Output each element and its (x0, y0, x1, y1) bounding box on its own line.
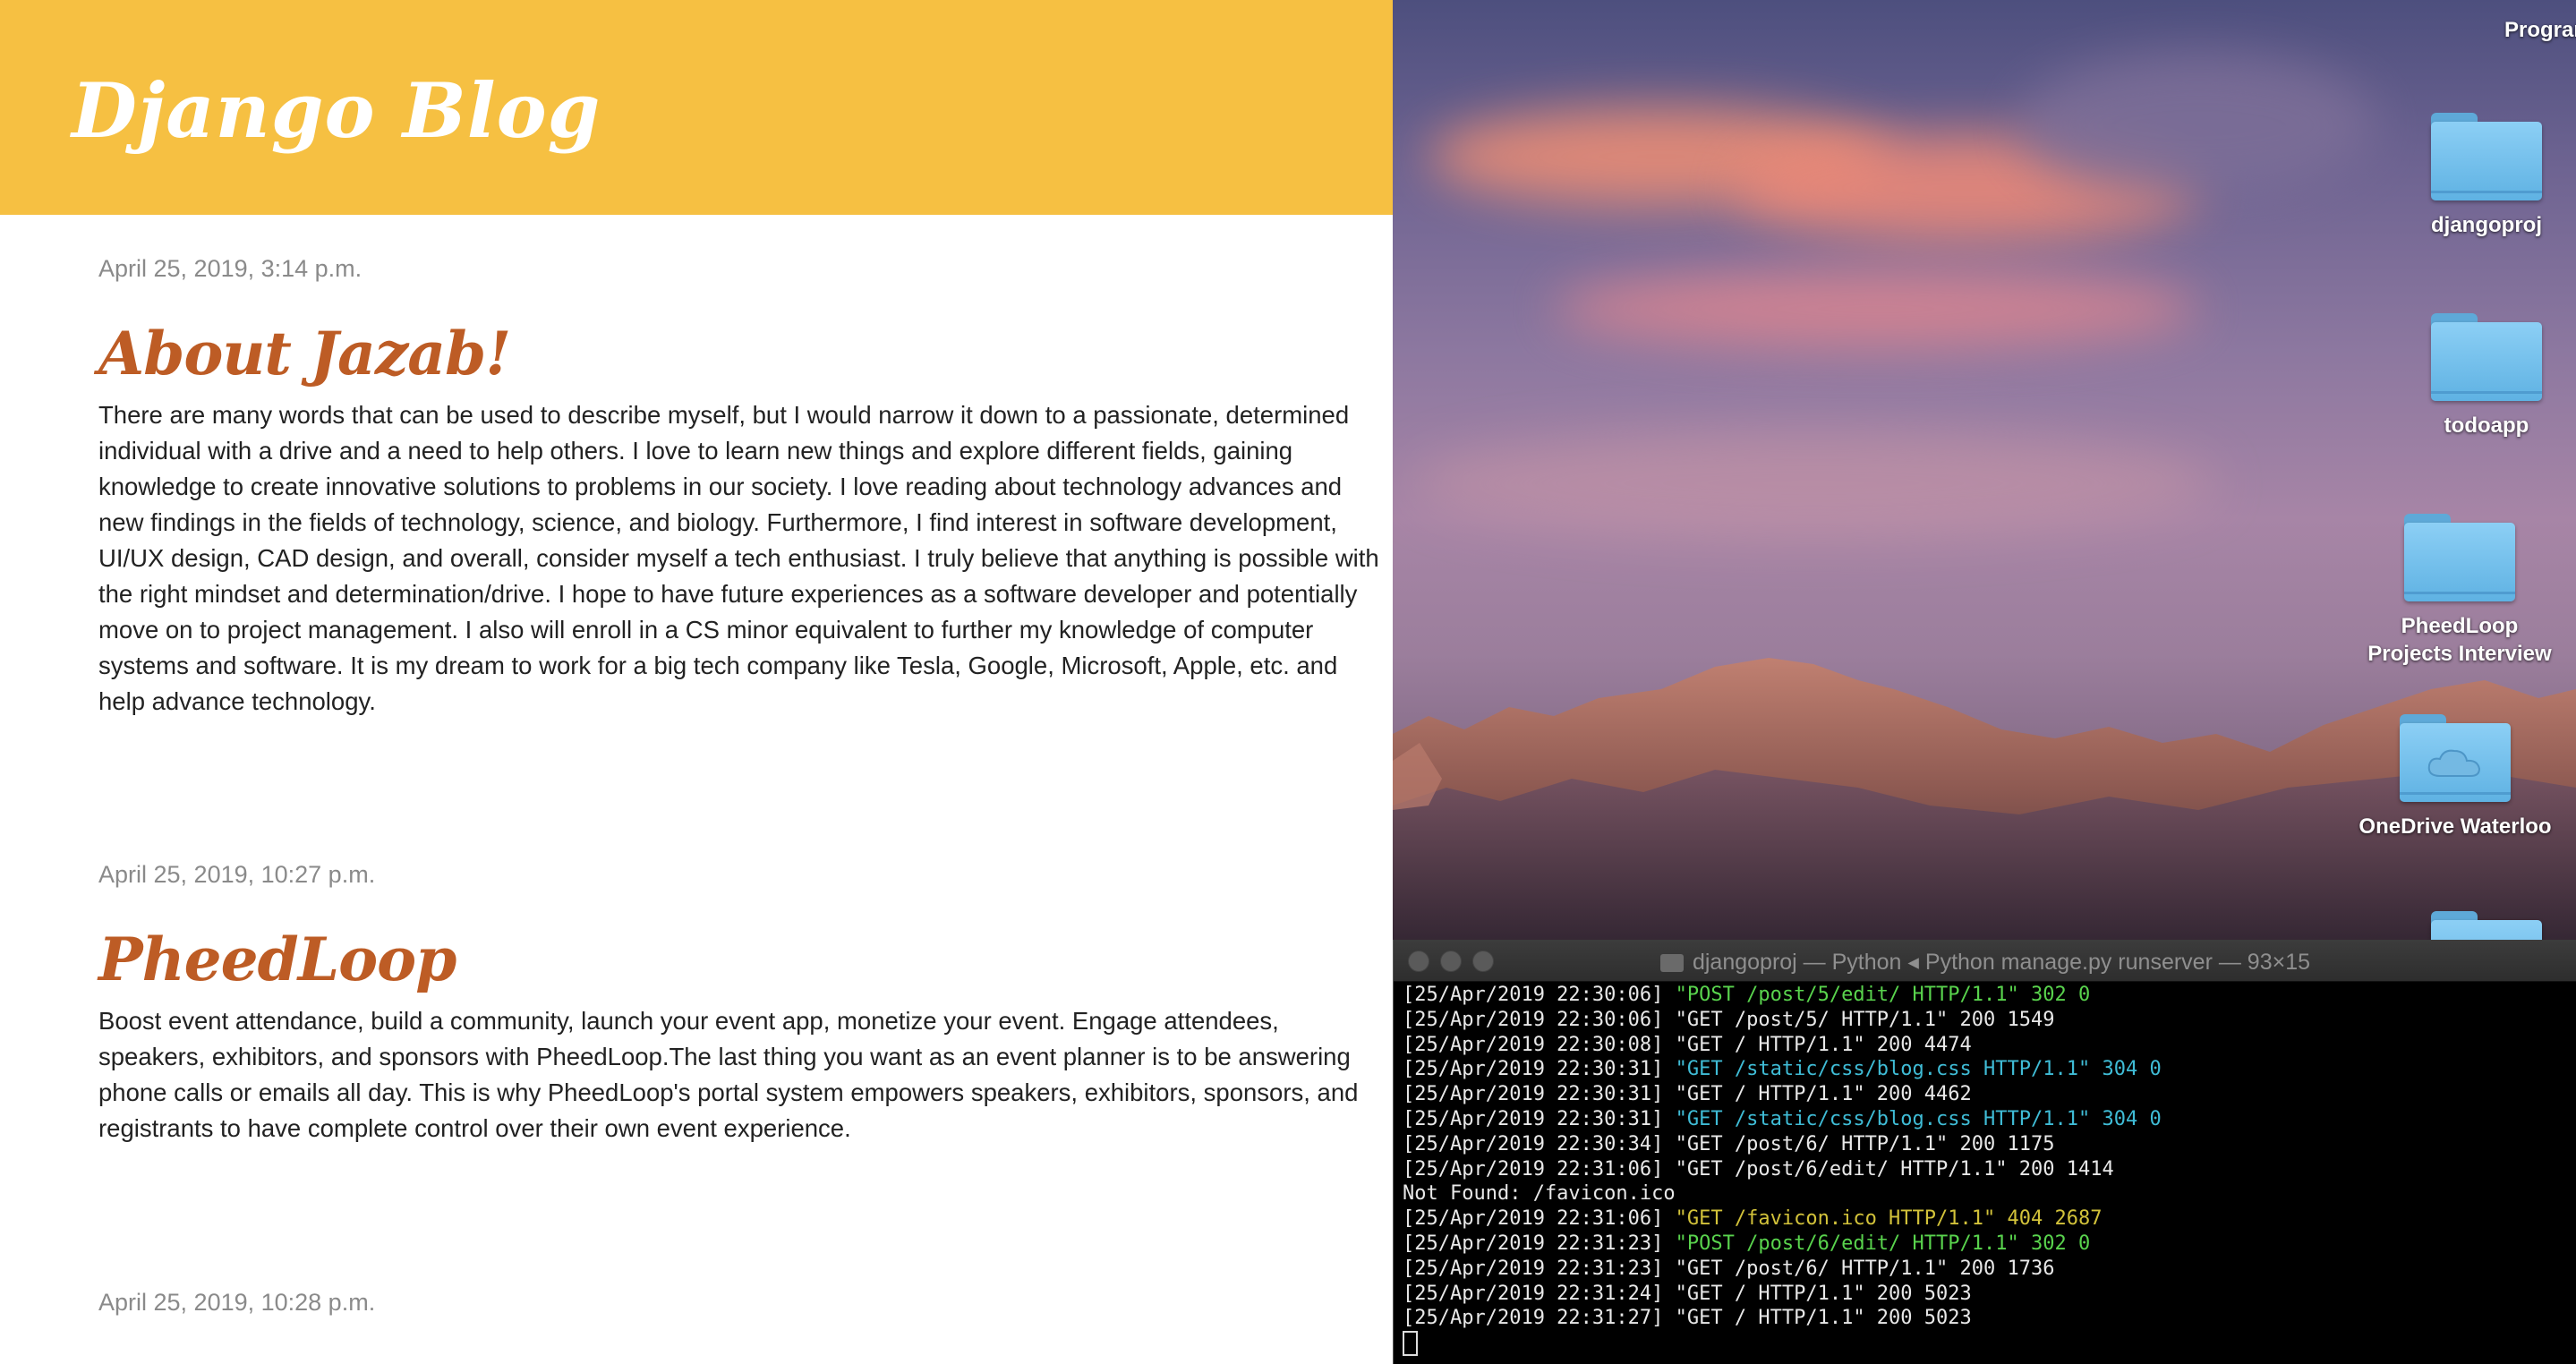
log-request: "GET /static/css/blog.css HTTP/1.1" 304 … (1675, 1058, 2162, 1081)
terminal-line: [25/Apr/2019 22:30:31] "GET /static/css/… (1403, 1107, 2568, 1132)
log-timestamp: [25/Apr/2019 22:30:06] (1403, 1008, 1676, 1031)
terminal-line: [25/Apr/2019 22:31:06] "GET /favicon.ico… (1403, 1206, 2568, 1232)
log-timestamp: [25/Apr/2019 22:30:31] (1403, 1107, 1676, 1130)
post: April 25, 2019, 3:14 p.m. About Jazab! T… (98, 255, 1387, 720)
log-request: "POST /post/6/edit/ HTTP/1.1" 302 0 (1675, 1232, 2091, 1255)
desktop-icon-todoapp[interactable]: todoapp (2397, 313, 2576, 439)
terminal-line: Not Found: /favicon.ico (1403, 1181, 2568, 1206)
desktop-icon-pheedloop-projects-interview[interactable]: PheedLoop Projects Interview (2343, 514, 2576, 668)
log-timestamp: [25/Apr/2019 22:31:23] (1403, 1257, 1676, 1280)
log-request: "GET /post/6/ HTTP/1.1" 200 1736 (1675, 1257, 2055, 1280)
folder-icon (2404, 514, 2515, 601)
post: April 25, 2019, 10:27 p.m. PheedLoop Boo… (98, 861, 1387, 1147)
post-text: There are many words that can be used to… (98, 401, 1379, 715)
log-timestamp: [25/Apr/2019 22:31:06] (1403, 1157, 1676, 1181)
terminal-line: [25/Apr/2019 22:30:31] "GET /static/css/… (1403, 1057, 2568, 1082)
terminal-line: [25/Apr/2019 22:30:31] "GET / HTTP/1.1" … (1403, 1082, 2568, 1107)
terminal-output[interactable]: [25/Apr/2019 22:30:06] "POST /post/5/edi… (1403, 983, 2568, 1360)
log-timestamp: [25/Apr/2019 22:30:34] (1403, 1132, 1676, 1155)
log-request: "GET /static/css/blog.css HTTP/1.1" 304 … (1675, 1107, 2162, 1130)
post-title-link[interactable]: About Jazab! (98, 319, 1387, 388)
text-cursor (1403, 1331, 1418, 1357)
terminal-line: [25/Apr/2019 22:30:06] "POST /post/5/edi… (1403, 983, 2568, 1008)
post: April 25, 2019, 10:28 p.m. (98, 1289, 1387, 1317)
terminal-line: [25/Apr/2019 22:30:08] "GET / HTTP/1.1" … (1403, 1033, 2568, 1058)
log-timestamp: [25/Apr/2019 22:30:31] (1403, 1058, 1676, 1081)
log-request: "GET /favicon.ico HTTP/1.1" 404 2687 (1675, 1207, 2103, 1231)
terminal-prompt[interactable] (1403, 1331, 2568, 1360)
post-title-link[interactable]: PheedLoop (98, 925, 1387, 994)
post-text: Boost event attendance, build a communit… (98, 1007, 1359, 1142)
terminal-title: djangoproj — Python ◂ Python manage.py r… (1394, 949, 2576, 976)
blog-page: Django Blog April 25, 2019, 3:14 p.m. Ab… (0, 0, 1393, 1364)
log-request: "GET /post/6/ HTTP/1.1" 200 1175 (1675, 1132, 2055, 1155)
log-request: "GET / HTTP/1.1" 200 5023 (1675, 1307, 1972, 1330)
desktop-icon-onedrive-waterloo[interactable]: OneDrive Waterloo (2334, 714, 2576, 840)
log-timestamp: [25/Apr/2019 22:31:06] (1403, 1207, 1676, 1231)
post-date: April 25, 2019, 3:14 p.m. (98, 255, 363, 282)
desktop-icon-djangoproj[interactable]: djangoproj (2397, 113, 2576, 239)
log-request: "GET /post/5/ HTTP/1.1" 200 1549 (1675, 1008, 2055, 1031)
terminal-line: [25/Apr/2019 22:31:06] "GET /post/6/edit… (1403, 1157, 2568, 1182)
folder-icon (1659, 954, 1684, 972)
terminal-line: [25/Apr/2019 22:31:23] "GET /post/6/ HTT… (1403, 1257, 2568, 1282)
log-request: "GET / HTTP/1.1" 200 5023 (1675, 1282, 1972, 1305)
blog-header: Django Blog (0, 0, 1393, 215)
log-request: "GET /post/6/edit/ HTTP/1.1" 200 1414 (1675, 1157, 2114, 1181)
log-timestamp: [25/Apr/2019 22:30:06] (1403, 984, 1676, 1006)
log-timestamp: [25/Apr/2019 22:31:27] (1403, 1307, 1676, 1330)
post-date: April 25, 2019, 10:27 p.m. (98, 861, 376, 888)
log-timestamp: [25/Apr/2019 22:30:31] (1403, 1083, 1676, 1106)
log-timestamp: [25/Apr/2019 22:31:23] (1403, 1232, 1676, 1255)
folder-icon (2431, 313, 2542, 401)
site-title[interactable]: Django Blog (72, 66, 601, 155)
folder-icon (2431, 113, 2542, 200)
terminal-window[interactable]: djangoproj — Python ◂ Python manage.py r… (1393, 940, 2576, 1364)
log-timestamp: [25/Apr/2019 22:30:08] (1403, 1033, 1676, 1056)
terminal-titlebar[interactable]: djangoproj — Python ◂ Python manage.py r… (1394, 940, 2576, 982)
post-date: April 25, 2019, 10:28 p.m. (98, 1289, 376, 1316)
log-timestamp: [25/Apr/2019 22:31:24] (1403, 1282, 1676, 1305)
log-request: "GET / HTTP/1.1" 200 4474 (1675, 1033, 1972, 1056)
desktop-icon-programming[interactable]: Programming (2467, 16, 2576, 44)
log-request: "GET / HTTP/1.1" 200 4462 (1675, 1083, 1972, 1106)
terminal-line: [25/Apr/2019 22:30:06] "GET /post/5/ HTT… (1403, 1008, 2568, 1033)
terminal-line: [25/Apr/2019 22:31:27] "GET / HTTP/1.1" … (1403, 1306, 2568, 1331)
terminal-line: [25/Apr/2019 22:31:23] "POST /post/6/edi… (1403, 1232, 2568, 1257)
terminal-line: [25/Apr/2019 22:30:34] "GET /post/6/ HTT… (1403, 1132, 2568, 1157)
cloud-folder-icon (2400, 714, 2511, 802)
log-request: "POST /post/5/edit/ HTTP/1.1" 302 0 (1675, 984, 2091, 1006)
terminal-line: [25/Apr/2019 22:31:24] "GET / HTTP/1.1" … (1403, 1282, 2568, 1307)
log-request: Not Found: /favicon.ico (1403, 1182, 1676, 1206)
